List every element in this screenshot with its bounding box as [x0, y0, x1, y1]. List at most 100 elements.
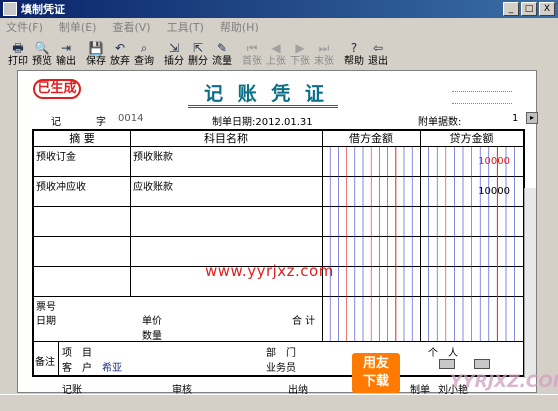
date-value: 2012.01.31 [255, 117, 313, 128]
voucher-panel: 已生成 记 账 凭 证 记 字 0014 制单日期:2012.01.31 附单据… [17, 70, 538, 396]
toolbar-button-label: 插分 [164, 56, 184, 67]
toolbar-button-label: 退出 [368, 56, 388, 67]
toolbar-button-1[interactable]: 🔍 预览 [30, 37, 54, 67]
total-label: 合 计 [292, 316, 316, 327]
toolbar-button-11[interactable]: ▶ 下张 [288, 37, 312, 67]
window-titlebar: 填制凭证 _ □ X [0, 0, 558, 18]
toolbar-button-9[interactable]: ⏮ 首张 [240, 37, 264, 67]
toolbar-button-label: 输出 [56, 56, 76, 67]
toolbar-button-12[interactable]: ⏭ 末张 [312, 37, 336, 67]
minimize-button[interactable]: _ [503, 2, 519, 16]
title-underline [188, 105, 338, 106]
toolbar-button-label: 帮助 [344, 56, 364, 67]
attachment-label: 附单据数: [418, 117, 462, 128]
row-1-account[interactable]: 预收账款 [133, 148, 173, 163]
customer-label: 客 户 [62, 363, 92, 374]
dotted-line [452, 91, 512, 92]
toolbar-button-4[interactable]: ↶ 放弃 [108, 37, 132, 67]
grid-line [34, 341, 523, 342]
entry-grid: 摘 要 科目名称 借方金额 贷方金额 预收订金 预收账款 10000 预收冲应收… [32, 129, 525, 377]
first-icon: ⏮ [246, 41, 258, 55]
dotted-line [452, 103, 512, 104]
salesman-label: 业务员 [266, 363, 296, 374]
toolbar-button-label: 末张 [314, 56, 334, 67]
toolbar-button-6[interactable]: ⇲ 插分 [162, 37, 186, 67]
toolbar-button-label: 查询 [134, 56, 154, 67]
toolbar-button-label: 放弃 [110, 56, 130, 67]
toolbar-button-14[interactable]: ⇦ 退出 [366, 37, 390, 67]
next-icon: ▶ [295, 41, 305, 55]
flow-icon: ✎ [216, 41, 228, 55]
binoculars-icon: ⌕ [140, 41, 148, 55]
status-bar [0, 394, 558, 411]
title-underline [188, 107, 338, 108]
brand-logo-line2: 下载 [362, 374, 389, 389]
toolbar-button-8[interactable]: ✎ 流量 [210, 37, 234, 67]
watermark-text: www.yyrjxz.com [205, 262, 334, 280]
voucher-zi: 字 [96, 117, 106, 128]
voucher-type[interactable]: 记 [51, 113, 61, 128]
toolbar-button-label: 打印 [8, 56, 28, 67]
quantity-label: 数量 [142, 331, 162, 342]
row-1-credit[interactable]: 10000 [450, 156, 510, 167]
vertical-scrollbar[interactable] [524, 188, 536, 378]
toolbar-button-label: 下张 [290, 56, 310, 67]
menu-bar: 文件(F) 制单(E) 查看(V) 工具(T) 帮助(H) [0, 18, 558, 35]
app-icon [3, 2, 17, 16]
toolbar-button-label: 保存 [86, 56, 106, 67]
toolbar: 🖶 打印 🔍 预览 ⇥ 输出 💾 保存 ↶ 放弃 ⌕ 查询 ⇲ 插分 ⇱ 删分 ✎ 流量 ⏮ 首张 ◀ 上张 ▶ 下张 ⏭ 末张?… [6, 37, 390, 67]
exit-icon: ⇦ [372, 41, 384, 55]
toolbar-button-10[interactable]: ◀ 上张 [264, 37, 288, 67]
header-credit: 贷方金额 [449, 132, 494, 145]
undo-icon: ↶ [114, 41, 126, 55]
date-label: 制单日期: [212, 117, 256, 128]
toolbar-button-label: 首张 [242, 56, 262, 67]
voucher-number[interactable]: 0014 [118, 113, 143, 124]
menu-help[interactable]: 帮助(H) [220, 19, 259, 35]
page-navigator-icon[interactable]: ▸ [526, 112, 538, 124]
export-icon: ⇥ [60, 41, 72, 55]
save-icon: 💾 [88, 41, 104, 55]
amount-column-lines [329, 147, 515, 341]
toolbar-button-label: 删分 [188, 56, 208, 67]
date-field-label: 日期 [36, 316, 56, 327]
last-icon: ⏭ [318, 41, 330, 55]
voucher-date[interactable]: 制单日期:2012.01.31 [212, 113, 313, 128]
toolbar-button-label: 上张 [266, 56, 286, 67]
printer-icon: 🖶 [12, 41, 24, 55]
attachment-count[interactable]: 1 [512, 113, 518, 124]
header-summary: 摘 要 [69, 132, 95, 145]
voucher-title: 记 账 凭 证 [204, 83, 328, 105]
help-icon: ? [350, 41, 358, 55]
menu-view[interactable]: 查看(V) [112, 19, 150, 35]
unit-price-label: 单价 [142, 316, 162, 327]
header-debit: 借方金额 [349, 132, 393, 145]
row-2-credit[interactable]: 10000 [450, 186, 510, 197]
row-2-account[interactable]: 应收账款 [133, 178, 173, 193]
maximize-button[interactable]: □ [521, 2, 537, 16]
toolbar-button-13[interactable]: ? 帮助 [342, 37, 366, 67]
toolbar-button-label: 预览 [32, 56, 52, 67]
brand-site: YYRJXZ.COM [450, 372, 558, 392]
toolbar-button-5[interactable]: ⌕ 查询 [132, 37, 156, 67]
menu-tools[interactable]: 工具(T) [167, 19, 204, 35]
toolbar-button-0[interactable]: 🖶 打印 [6, 37, 30, 67]
card-icon[interactable] [439, 359, 455, 369]
row-1-summary[interactable]: 预收订金 [36, 148, 76, 163]
project-label: 项 目 [62, 348, 92, 359]
grid-line [58, 341, 59, 377]
insert-split-icon: ⇲ [168, 41, 180, 55]
preview-icon: 🔍 [34, 41, 50, 55]
row-2-summary[interactable]: 预收冲应收 [36, 178, 86, 193]
toolbar-button-3[interactable]: 💾 保存 [84, 37, 108, 67]
toolbar-button-2[interactable]: ⇥ 输出 [54, 37, 78, 67]
card-icon[interactable] [474, 359, 490, 369]
close-button[interactable]: X [539, 2, 555, 16]
window-title: 填制凭证 [21, 3, 65, 16]
customer-value[interactable]: 希亚 [102, 359, 122, 374]
brand-logo-line1: 用友 [362, 356, 389, 371]
toolbar-button-7[interactable]: ⇱ 删分 [186, 37, 210, 67]
toolbar-button-label: 流量 [212, 56, 232, 67]
menu-file[interactable]: 文件(F) [6, 19, 43, 35]
menu-edit[interactable]: 制单(E) [59, 19, 97, 35]
